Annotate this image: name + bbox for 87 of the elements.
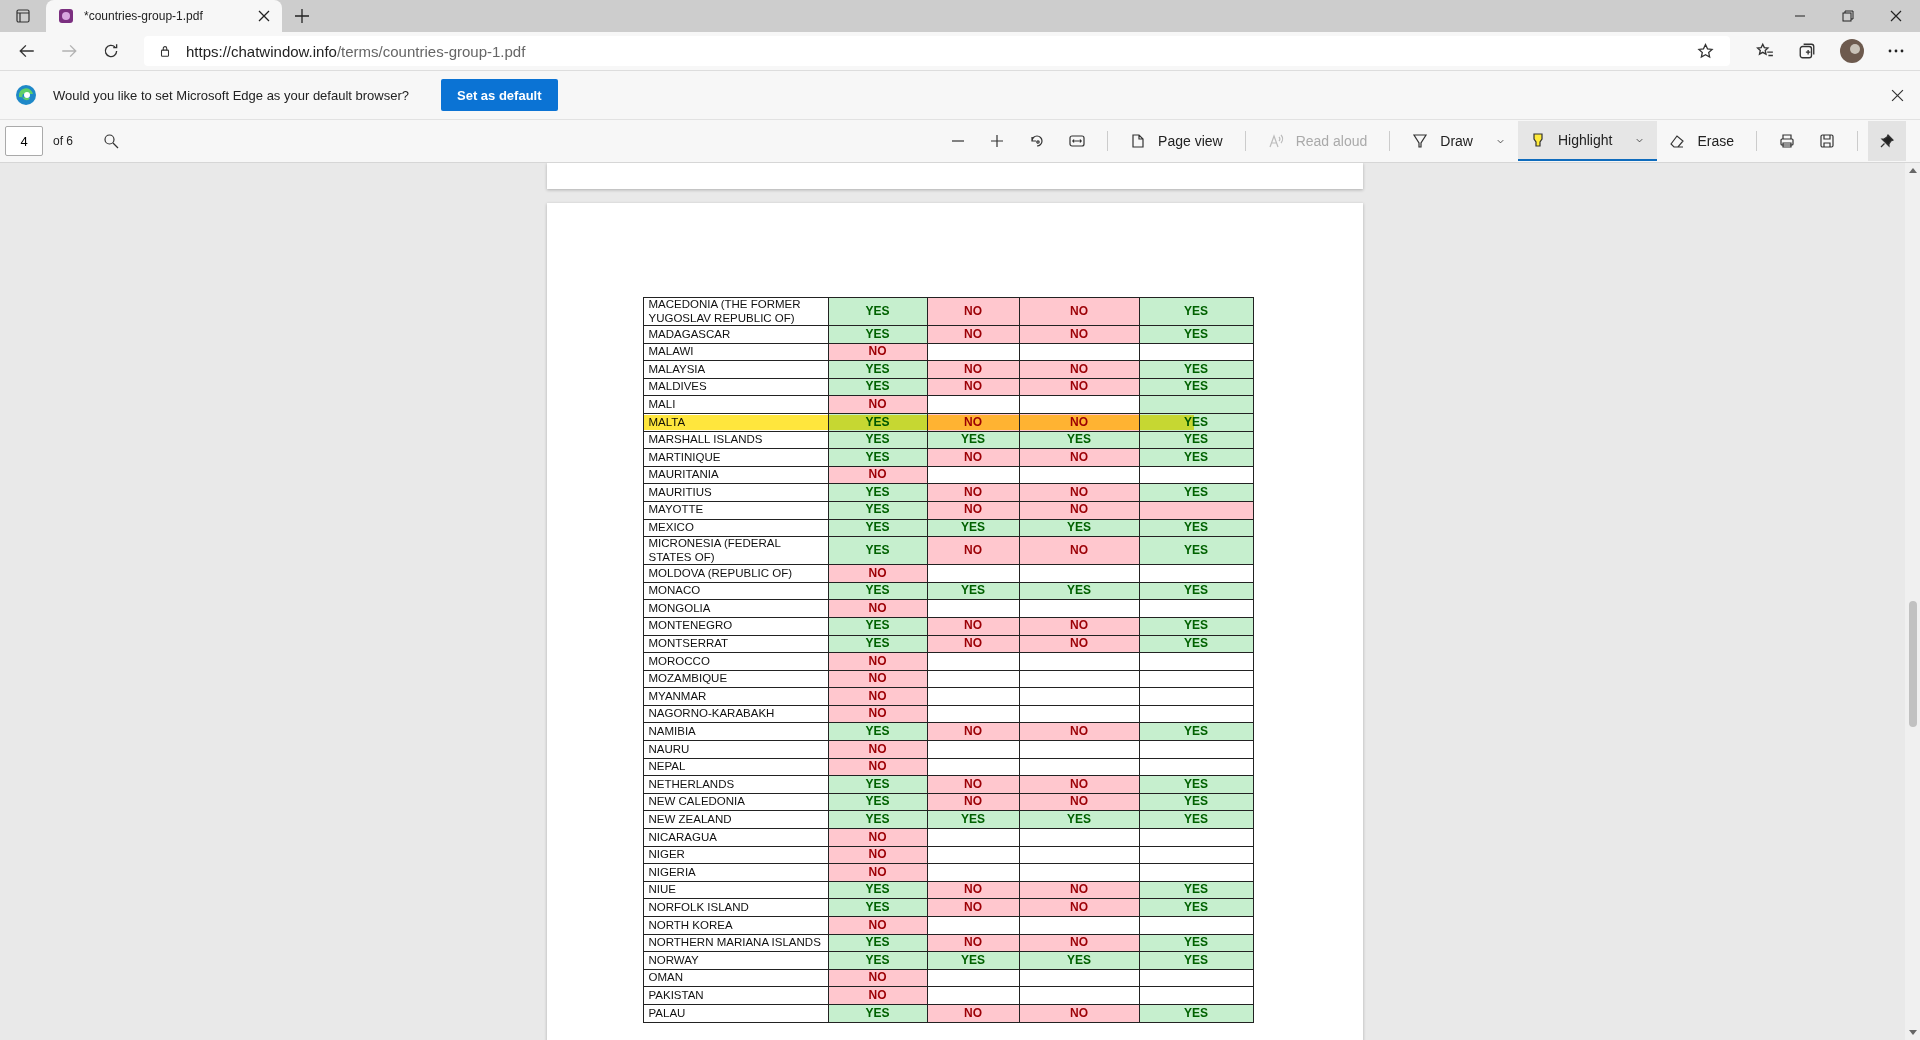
draw-icon	[1412, 133, 1429, 149]
back-icon	[18, 42, 36, 60]
page-number-field[interactable]: 4	[5, 126, 43, 156]
restore-icon[interactable]	[1842, 10, 1854, 22]
tool-button[interactable]: Draw	[1400, 121, 1518, 161]
country-cell: PALAU	[643, 1004, 828, 1023]
country-cell: MYANMAR	[643, 687, 828, 706]
page-view-icon	[1130, 133, 1147, 149]
country-cell: PAKISTAN	[643, 986, 828, 1005]
country-cell: NORTHERN MARIANA ISLANDS	[643, 934, 828, 952]
country-cell: MARTINIQUE	[643, 448, 828, 467]
pdf-file-icon	[58, 8, 74, 24]
country-cell: NIGER	[643, 846, 828, 864]
country-cell: MALI	[643, 395, 828, 414]
country-cell: MONACO	[643, 582, 828, 600]
country-cell: NORFOLK ISLAND	[643, 898, 828, 917]
search-icon	[103, 133, 119, 149]
set-default-button[interactable]: Set as default	[441, 79, 558, 111]
country-cell: MALAWI	[643, 343, 828, 361]
country-cell: NEPAL	[643, 758, 828, 776]
country-cell: MALTA	[643, 413, 828, 432]
fit-width-icon	[1069, 133, 1086, 149]
scroll-down-icon[interactable]	[1908, 1030, 1917, 1036]
rotate-icon	[1029, 133, 1046, 149]
page-count: of 6	[53, 134, 73, 148]
forward-icon	[60, 42, 78, 60]
refresh-icon	[102, 42, 120, 60]
country-cell: MICRONESIA (FEDERAL STATES OF)	[643, 536, 828, 565]
save-icon	[1819, 133, 1835, 149]
country-cell: OMAN	[643, 969, 828, 987]
country-cell: MOROCCO	[643, 652, 828, 671]
erase-icon	[1669, 133, 1686, 149]
country-cell: NEW ZEALAND	[643, 810, 828, 829]
browser-logo-icon	[15, 84, 37, 106]
country-cell: NETHERLANDS	[643, 775, 828, 794]
infobar-message: Would you like to set Microsoft Edge as your default browser?	[53, 87, 409, 103]
new-tab-icon[interactable]	[294, 8, 310, 24]
country-cell: MALAYSIA	[643, 360, 828, 379]
status-cell: NO	[927, 536, 1019, 565]
status-cell: YES	[828, 536, 927, 565]
tool-button[interactable]: Highlight	[1517, 121, 1658, 161]
status-cell: YES	[1139, 297, 1253, 326]
country-cell: MALDIVES	[643, 378, 828, 396]
country-cell: MADAGASCAR	[643, 325, 828, 344]
read-aloud-icon	[1267, 133, 1284, 149]
browser-tab[interactable]: *countries-group-1.pdf	[46, 0, 282, 32]
country-cell: NIGERIA	[643, 863, 828, 882]
tab-actions-icon	[15, 8, 31, 24]
country-cell: MARSHALL ISLANDS	[643, 431, 828, 449]
url-text: https://chatwindow.info/terms/countries-group-1.pdf	[186, 42, 527, 60]
country-cell: MOLDOVA (REPUBLIC OF)	[643, 564, 828, 583]
country-cell: NEW CALEDONIA	[643, 793, 828, 811]
tool-button[interactable]: Erase	[1657, 121, 1746, 161]
tool-button[interactable]: Page view	[1118, 121, 1235, 161]
country-cell: MAYOTTE	[643, 501, 828, 520]
close-icon[interactable]	[1891, 88, 1904, 102]
scrollbar-thumb[interactable]	[1908, 601, 1917, 727]
country-cell: MAURITANIA	[643, 466, 828, 484]
country-cell: MONTSERRAT	[643, 635, 828, 653]
country-cell: NORWAY	[643, 951, 828, 970]
country-cell: MAURITIUS	[643, 483, 828, 502]
country-cell: NORTH KOREA	[643, 916, 828, 935]
scroll-up-icon[interactable]	[1908, 167, 1917, 173]
status-cell: NO	[927, 297, 1019, 326]
status-cell: NO	[1019, 536, 1139, 565]
country-cell: NIUE	[643, 881, 828, 899]
scrollbar[interactable]	[1905, 163, 1920, 1040]
pin-icon	[1879, 133, 1895, 149]
country-cell: MOZAMBIQUE	[643, 670, 828, 688]
country-cell: NAGORNO-KARABAKH	[643, 705, 828, 723]
country-cell: NAMIBIA	[643, 722, 828, 741]
status-cell: YES	[1139, 536, 1253, 565]
country-cell: NICARAGUA	[643, 828, 828, 847]
print-icon	[1779, 133, 1795, 149]
pin-toolbar-button[interactable]	[1868, 121, 1906, 161]
lock-icon	[158, 44, 172, 58]
country-cell: MONTENEGRO	[643, 617, 828, 635]
close-icon[interactable]	[258, 10, 270, 22]
close-window-icon[interactable]	[1890, 10, 1902, 22]
country-cell: MONGOLIA	[643, 599, 828, 618]
status-cell: YES	[828, 297, 927, 326]
tab-title: *countries-group-1.pdf	[84, 9, 204, 23]
status-cell: NO	[1019, 297, 1139, 326]
zoom-in-icon	[989, 133, 1006, 149]
country-cell: NAURU	[643, 740, 828, 759]
country-cell: MEXICO	[643, 519, 828, 537]
country-cell: MACEDONIA (THE FORMER YUGOSLAV REPUBLIC OF)	[643, 297, 828, 326]
